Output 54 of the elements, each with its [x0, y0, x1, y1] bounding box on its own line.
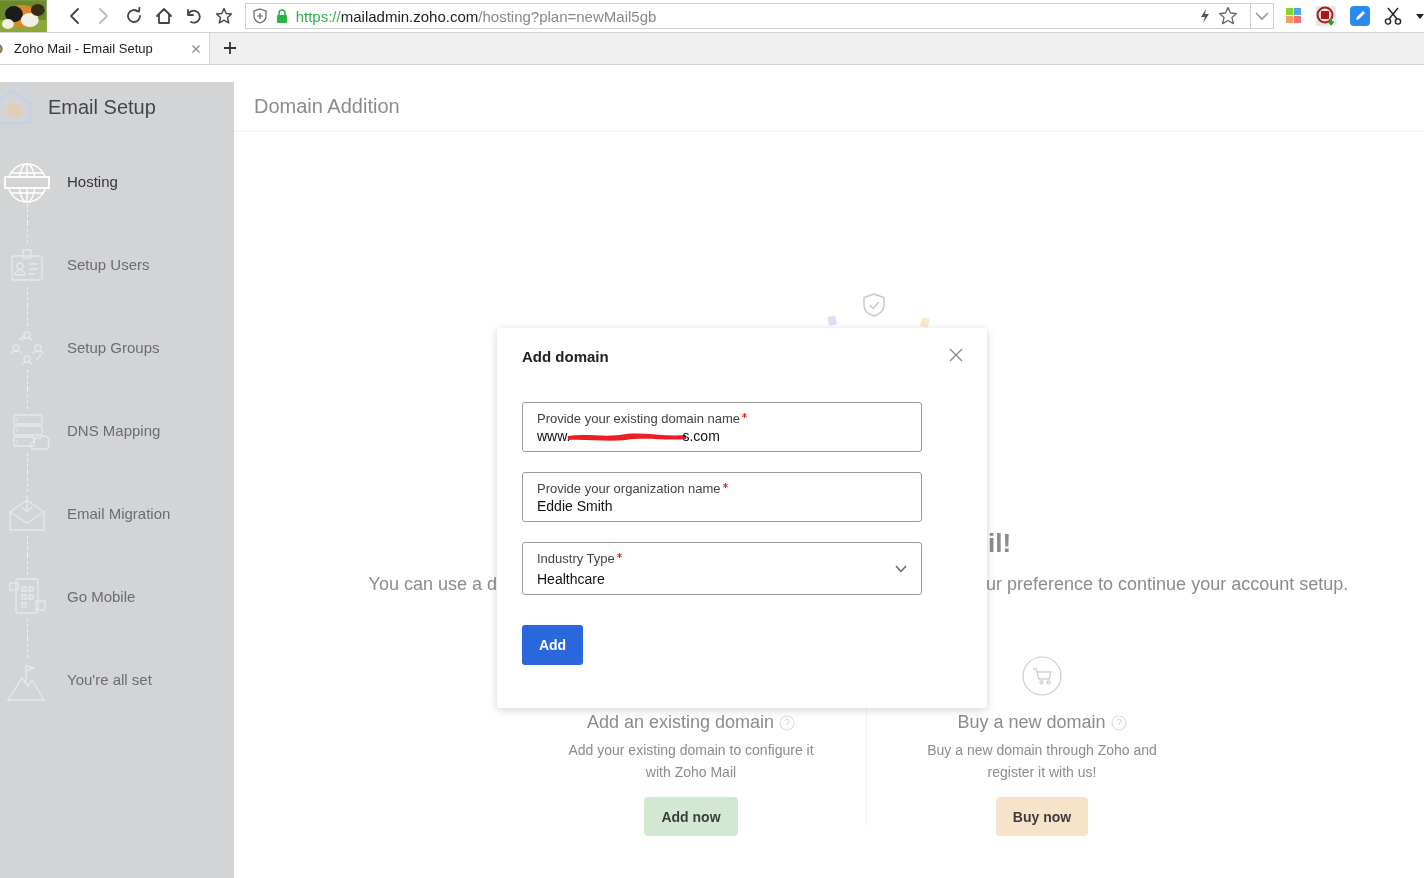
heading-text: il! — [988, 528, 1012, 558]
reload-icon[interactable] — [124, 7, 143, 25]
new-tab-icon[interactable] — [224, 42, 236, 54]
stamp-icon[interactable] — [1316, 6, 1336, 26]
buy-now-button[interactable]: Buy now — [995, 797, 1089, 836]
input-field[interactable]: Provide your organization name Eddie Smith — [522, 472, 922, 522]
tab-title: Zoho Mail - Email Setup — [14, 41, 154, 56]
step-item[interactable]: Setup Users — [0, 223, 234, 306]
grid-icon[interactable] — [1286, 8, 1302, 24]
tagline-text: You can use a d — [367, 573, 497, 595]
step-item[interactable]: Setup Groups — [0, 306, 234, 389]
gear-house-icon — [0, 89, 33, 125]
option-description: Add your existing domain to configure it with Zoho Mail — [567, 741, 815, 782]
shield-icon — [251, 8, 268, 24]
field-value: Healthcare — [537, 570, 605, 587]
step-item[interactable]: You're all set — [0, 638, 234, 721]
field-label: Provide your existing domain name — [537, 410, 741, 426]
lightning-icon[interactable] — [1200, 9, 1210, 23]
option-title: Buy a new domain — [957, 712, 1106, 733]
close-icon[interactable] — [949, 348, 963, 362]
dialog-title: Add domain — [522, 348, 609, 365]
caret-icon[interactable] — [1416, 13, 1424, 19]
field-label: Provide your organization name — [537, 480, 721, 496]
step-item[interactable]: Email Migration — [0, 472, 234, 555]
select-field[interactable]: Industry Type Healthcare — [522, 542, 922, 595]
star-icon[interactable] — [1218, 6, 1238, 26]
home-icon[interactable] — [154, 7, 173, 25]
option-title: Add an existing domain — [586, 712, 775, 733]
add-button[interactable]: Add — [522, 625, 583, 665]
lock-icon — [275, 9, 288, 23]
star-icon[interactable] — [214, 7, 233, 25]
field-label: Industry Type — [537, 550, 615, 566]
field-value: Eddie Smith — [537, 497, 613, 514]
step-item[interactable]: DNS Mapping — [0, 389, 234, 472]
page-title: Domain Addition — [254, 95, 400, 118]
browser-tab[interactable]: Zoho Mail - Email Setup — [0, 33, 210, 64]
chevron-down-icon[interactable] — [1255, 11, 1269, 21]
chevron-down-icon — [895, 564, 907, 573]
step-item[interactable]: Go Mobile — [0, 555, 234, 638]
field-value: www. — [537, 427, 571, 444]
pen-icon[interactable] — [1350, 6, 1370, 26]
undo-icon[interactable] — [184, 7, 203, 25]
tagline-text: ur preference to continue your account setup. — [986, 573, 1349, 595]
cart-icon — [1022, 656, 1062, 696]
address-field[interactable]: https://mailadmin.zoho.com/hosting?plan=newMail5gb — [244, 3, 1274, 29]
url-text: https://mailadmin.zoho.com/hosting?plan=newMail5gb — [295, 7, 657, 25]
close-icon[interactable] — [191, 43, 201, 54]
field-value: s.com — [682, 427, 720, 444]
add-now-button[interactable]: Add now — [644, 797, 738, 836]
step-item[interactable]: Hosting — [0, 140, 234, 223]
option-description: Buy a new domain through Zoho and register it with us! — [926, 741, 1158, 782]
scissors-icon[interactable] — [1384, 7, 1402, 25]
sidebar-title: Email Setup — [48, 95, 156, 119]
input-field[interactable]: Provide your existing domain name www. s.com — [522, 402, 922, 452]
